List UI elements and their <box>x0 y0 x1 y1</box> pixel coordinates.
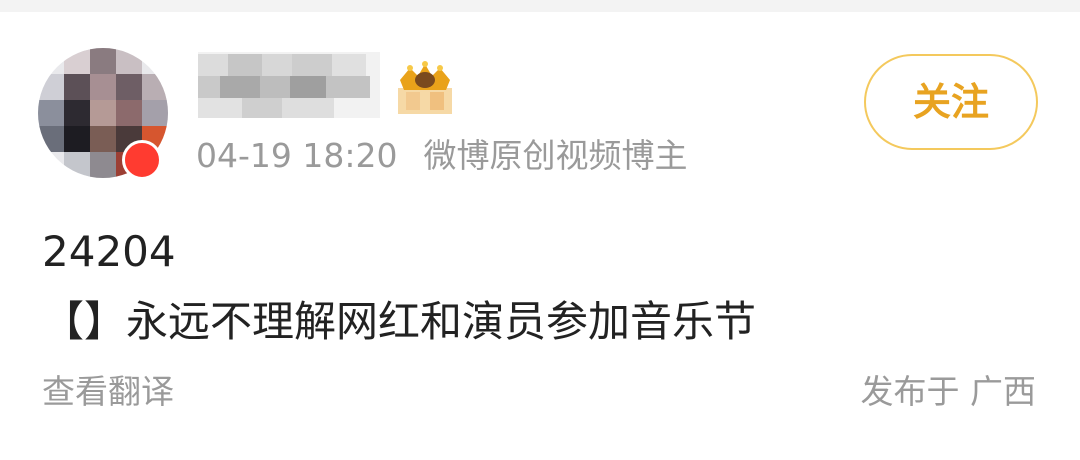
username-pixel <box>260 76 290 98</box>
avatar-pixel <box>116 100 142 126</box>
translate-link[interactable]: 查看翻译 <box>42 370 174 414</box>
avatar-pixel <box>38 126 64 152</box>
avatar-pixel <box>38 74 64 100</box>
post-meta: 04-19 18:20 微博原创视频博主 <box>196 136 687 176</box>
username-pixel <box>262 54 292 76</box>
follow-button[interactable]: 关注 <box>864 54 1038 150</box>
weibo-post-card: 04-19 18:20 微博原创视频博主 关注 24204 【】永远不理解网红和演… <box>0 12 1080 460</box>
avatar-pixel <box>116 48 142 74</box>
avatar-pixel <box>90 100 116 126</box>
username-pixel <box>282 98 334 118</box>
post-timestamp: 04-19 18:20 <box>196 136 398 175</box>
username-blurred[interactable] <box>198 52 380 118</box>
username-pixel <box>228 54 262 76</box>
username-pixel <box>326 76 370 98</box>
username-pixel <box>332 54 366 76</box>
post-content-line1: 24204 <box>42 227 176 276</box>
avatar-pixel <box>64 74 90 100</box>
avatar-pixel <box>142 74 168 100</box>
avatar-pixel <box>64 152 90 178</box>
username-pixel <box>198 98 242 118</box>
username-pixel <box>290 76 326 98</box>
author-role: 微博原创视频博主 <box>423 136 688 175</box>
avatar-pixel <box>90 152 116 178</box>
avatar-pixel <box>64 126 90 152</box>
avatar-pixel <box>116 74 142 100</box>
verified-badge-icon <box>122 140 162 180</box>
avatar-pixel <box>90 74 116 100</box>
username-pixel <box>198 54 228 76</box>
post-location: 发布于 广西 <box>860 372 1037 411</box>
avatar-pixel <box>142 100 168 126</box>
username-pixel <box>198 76 220 98</box>
avatar-pixel <box>64 48 90 74</box>
avatar-pixel <box>38 100 64 126</box>
username-pixel <box>242 98 282 118</box>
top-strip <box>0 0 1080 12</box>
crown-icon <box>398 61 452 114</box>
avatar-pixel <box>64 100 90 126</box>
avatar-pixel <box>90 48 116 74</box>
username-pixel <box>292 54 332 76</box>
username-pixel <box>220 76 260 98</box>
post-content-line2: 【】永远不理解网红和演员参加音乐节 <box>42 297 757 346</box>
avatar-pixel <box>90 126 116 152</box>
